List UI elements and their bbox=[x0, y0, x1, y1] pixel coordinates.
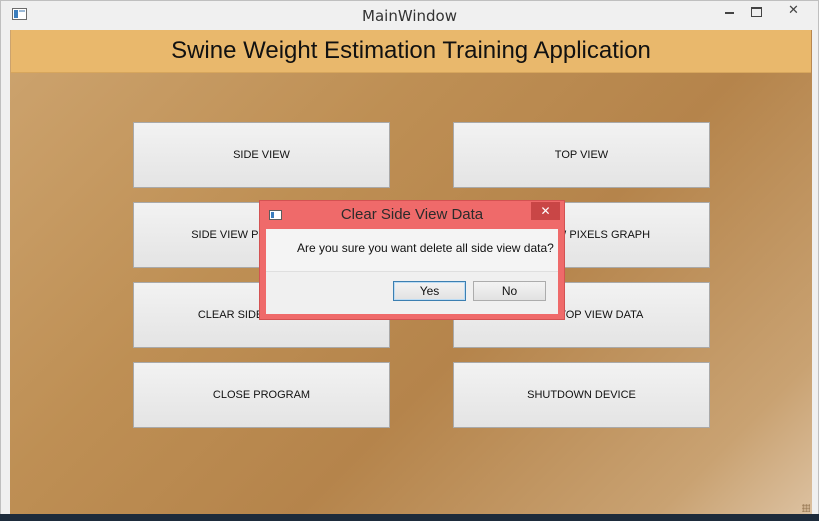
yes-button[interactable]: Yes bbox=[393, 281, 466, 301]
title-bar[interactable]: MainWindow ✕ bbox=[1, 1, 818, 30]
desktop-strip bbox=[0, 514, 819, 521]
dialog-close-button[interactable]: ✕ bbox=[531, 202, 560, 220]
dialog-message: Are you sure you want delete all side vi… bbox=[297, 241, 554, 255]
confirm-dialog: Clear Side View Data ✕ Are you sure you … bbox=[259, 200, 565, 320]
minimize-icon bbox=[724, 12, 734, 14]
header-band: Swine Weight Estimation Training Applica… bbox=[11, 30, 811, 73]
top-view-button[interactable]: TOP VIEW bbox=[453, 122, 710, 188]
close-icon: ✕ bbox=[788, 3, 799, 18]
close-program-button[interactable]: CLOSE PROGRAM bbox=[133, 362, 390, 428]
dialog-footer: Yes No bbox=[266, 271, 558, 314]
maximize-icon bbox=[750, 7, 762, 17]
no-button[interactable]: No bbox=[473, 281, 546, 301]
page-title: Swine Weight Estimation Training Applica… bbox=[171, 37, 651, 64]
dialog-body: Are you sure you want delete all side vi… bbox=[266, 229, 558, 271]
close-window-button[interactable]: ✕ bbox=[771, 1, 816, 23]
dialog-title: Clear Side View Data bbox=[340, 206, 484, 223]
side-view-button[interactable]: SIDE VIEW bbox=[133, 122, 390, 188]
window-title: MainWindow bbox=[362, 7, 457, 25]
close-icon: ✕ bbox=[540, 204, 551, 218]
shutdown-device-button[interactable]: SHUTDOWN DEVICE bbox=[453, 362, 710, 428]
maximize-button[interactable] bbox=[740, 1, 772, 23]
resize-grip[interactable] bbox=[802, 504, 810, 512]
